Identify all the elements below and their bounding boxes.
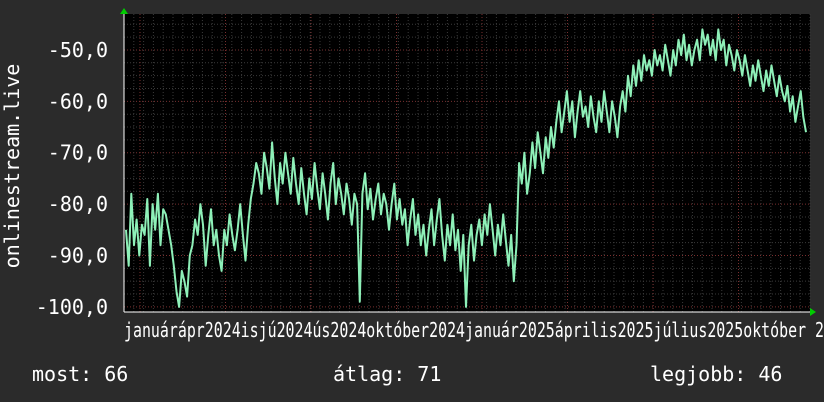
average-value: átlag: 71 — [333, 362, 442, 386]
line-chart: -50,0 -60,0 -70,0 -80,0 -90,0 -100,0 januáráp… — [0, 8, 824, 342]
y-tick-label: -100,0 — [36, 295, 108, 319]
y-tick-labels: -50,0 -60,0 -70,0 -80,0 -90,0 -100,0 — [36, 38, 108, 319]
y-tick-label: -50,0 — [48, 38, 108, 62]
x-axis-arrow-icon — [810, 308, 816, 316]
y-tick-label: -60,0 — [48, 89, 108, 113]
y-tick-label: -80,0 — [48, 192, 108, 216]
y-axis-label: onlinestream.live — [0, 64, 24, 269]
x-tick-labels: januárápr2024isjú2024ús2024október2024ja… — [124, 318, 824, 342]
y-tick-label: -90,0 — [48, 243, 108, 267]
y-axis-arrow-icon — [120, 8, 128, 14]
y-tick-label: -70,0 — [48, 141, 108, 165]
current-value: most: 66 — [32, 362, 129, 386]
best-value: legjobb: 46 — [650, 362, 783, 386]
